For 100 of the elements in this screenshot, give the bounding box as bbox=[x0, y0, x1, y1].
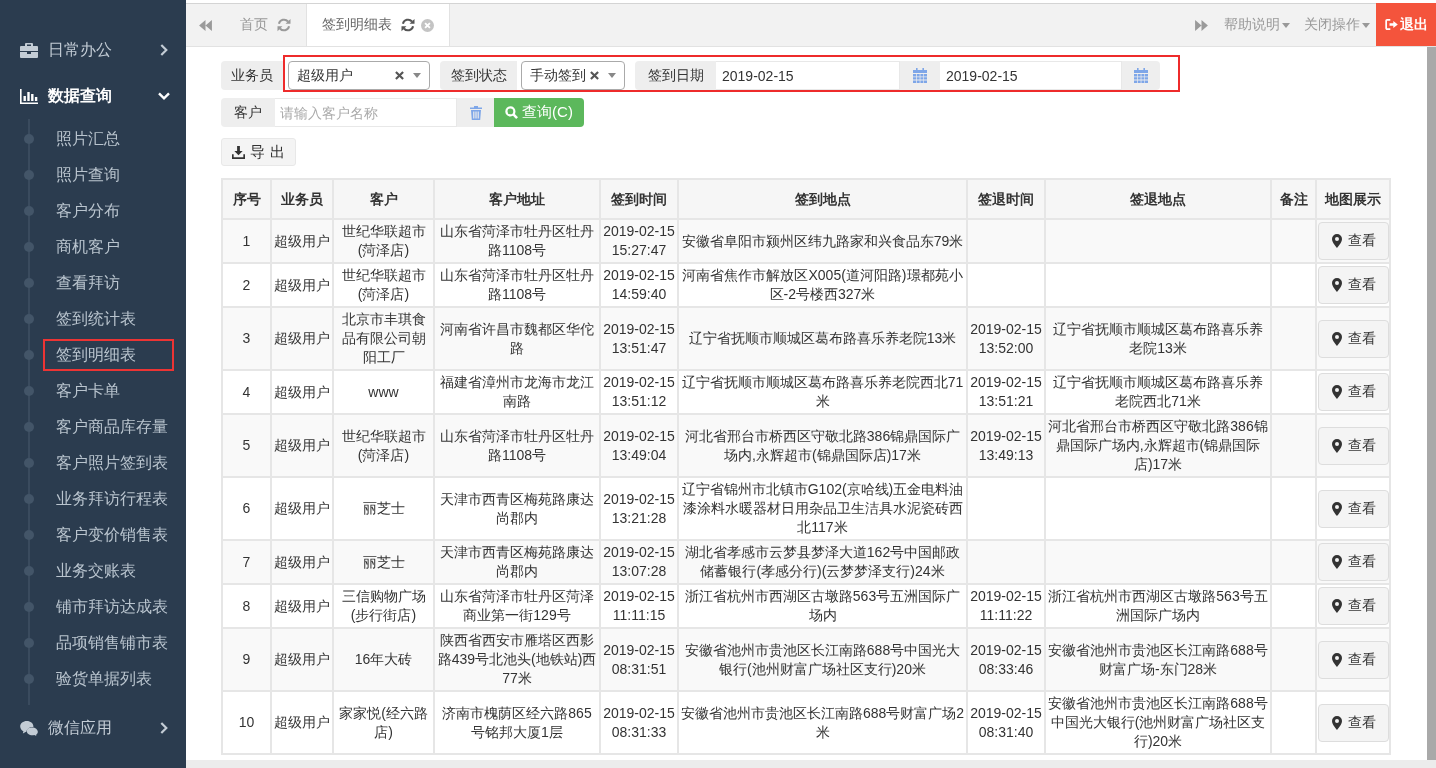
menu-item[interactable]: 铺市拜访达成表 bbox=[43, 591, 174, 623]
menu-item[interactable]: 品项销售铺市表 bbox=[43, 627, 174, 659]
forward-icon bbox=[1194, 19, 1208, 31]
menu-item[interactable]: 客户卡单 bbox=[43, 375, 174, 407]
trash-icon bbox=[469, 105, 482, 120]
menu-item[interactable]: 验货单据列表 bbox=[43, 663, 174, 695]
menu-item[interactable]: 客户照片签到表 bbox=[43, 447, 174, 479]
menu-item[interactable]: 照片查询 bbox=[43, 159, 174, 191]
map-marker-icon bbox=[1331, 715, 1342, 730]
sign-out-icon bbox=[1384, 19, 1398, 30]
export-button[interactable]: 导 出 bbox=[221, 138, 296, 166]
table-cell: 7 bbox=[222, 540, 271, 584]
caret-icon bbox=[1282, 22, 1290, 28]
table-cell: 2019-02-15 13:49:13 bbox=[967, 414, 1045, 477]
table-cell: 安徽省池州市贵池区长江南路688号中国光大银行(池州财富广场社区支行)20米 bbox=[678, 628, 967, 691]
clear-icon[interactable] bbox=[590, 71, 599, 80]
map-marker-icon bbox=[1331, 278, 1342, 292]
table-cell: 北京市丰琪食品有限公司朝阳工厂 bbox=[333, 307, 434, 370]
chevron-right-icon bbox=[160, 44, 168, 56]
table-cell: 2019-02-15 13:51:47 bbox=[600, 307, 678, 370]
close-icon[interactable] bbox=[421, 18, 434, 32]
calendar-icon bbox=[1134, 68, 1148, 83]
map-marker-icon bbox=[1331, 555, 1342, 569]
menu-item[interactable]: 商机客户 bbox=[43, 231, 174, 263]
column-header: 签到时间 bbox=[600, 179, 678, 219]
table-cell: 超级用户 bbox=[271, 691, 333, 754]
menu-item[interactable]: 签到统计表 bbox=[43, 303, 174, 335]
table-cell: 辽宁省抚顺市顺城区葛布路喜乐养老院13米 bbox=[1045, 307, 1271, 370]
table-cell: 1 bbox=[222, 219, 271, 263]
search-icon bbox=[505, 106, 519, 119]
salesman-label: 业务员 bbox=[221, 61, 283, 90]
menu-item[interactable]: 业务交账表 bbox=[43, 555, 174, 587]
menu-item[interactable]: 照片汇总 bbox=[43, 123, 174, 155]
salesman-select[interactable]: 超级用户 bbox=[288, 61, 430, 90]
clear-button[interactable] bbox=[457, 98, 494, 127]
caret-icon bbox=[413, 73, 421, 78]
table-cell: 超级用户 bbox=[271, 219, 333, 263]
table-cell: 9 bbox=[222, 628, 271, 691]
view-button[interactable]: 查看 bbox=[1318, 373, 1389, 411]
menu-item[interactable]: 客户商品库存量 bbox=[43, 411, 174, 443]
table-cell: 山东省菏泽市牡丹区牡丹路1108号 bbox=[434, 414, 600, 477]
table-cell: 辽宁省抚顺市顺城区葛布路喜乐养老院13米 bbox=[678, 307, 967, 370]
status-label: 签到状态 bbox=[440, 61, 517, 90]
menu-item[interactable]: 查看拜访 bbox=[43, 267, 174, 299]
menu-item[interactable]: 业务拜访行程表 bbox=[43, 483, 174, 515]
column-header: 备注 bbox=[1271, 179, 1316, 219]
column-header: 签到地点 bbox=[678, 179, 967, 219]
table-cell: 2019-02-15 15:27:47 bbox=[600, 219, 678, 263]
menu-item[interactable]: 客户变价销售表 bbox=[43, 519, 174, 551]
table-cell: 超级用户 bbox=[271, 307, 333, 370]
table-cell: 2019-02-15 13:49:04 bbox=[600, 414, 678, 477]
map-marker-icon bbox=[1331, 331, 1342, 346]
page-tab[interactable]: 签到明细表 bbox=[307, 4, 450, 46]
briefcase-icon bbox=[20, 42, 38, 58]
map-marker-icon bbox=[1331, 599, 1342, 613]
table-cell: 河北省邢台市桥西区守敬北路386锦鼎国际广场内,永辉超市(锦鼎国际店)17米 bbox=[678, 414, 967, 477]
table-cell: 家家悦(经六路店) bbox=[333, 691, 434, 754]
view-button[interactable]: 查看 bbox=[1318, 222, 1389, 260]
map-marker-icon bbox=[1331, 234, 1342, 248]
view-button[interactable]: 查看 bbox=[1318, 640, 1389, 679]
table-cell: 10 bbox=[222, 691, 271, 754]
view-button[interactable]: 查看 bbox=[1318, 489, 1389, 528]
menu-group[interactable]: 微信应用 bbox=[0, 705, 186, 751]
menu-group[interactable]: 日常办公 bbox=[0, 27, 186, 73]
menu-group[interactable]: 数据查询 bbox=[0, 73, 186, 119]
end-date-field[interactable]: 2019-02-15 bbox=[940, 61, 1122, 90]
table-cell: 2019-02-15 08:31:51 bbox=[600, 628, 678, 691]
table-cell: 湖北省孝感市云梦县梦泽大道162号中国邮政储蓄银行(孝感分行)(云梦梦泽支行)24米 bbox=[678, 540, 967, 584]
refresh-icon[interactable] bbox=[401, 18, 415, 32]
table-cell: 河南省许昌市魏都区华佗路 bbox=[434, 307, 600, 370]
view-button[interactable]: 查看 bbox=[1318, 266, 1389, 304]
clear-icon[interactable] bbox=[395, 71, 404, 80]
table-cell: 河北省邢台市桥西区守敬北路386锦鼎国际广场内,永辉超市(锦鼎国际店)17米 bbox=[1045, 414, 1271, 477]
calendar-button[interactable] bbox=[900, 61, 940, 90]
table-cell: 2019-02-15 13:07:28 bbox=[600, 540, 678, 584]
menu-item[interactable]: 客户分布 bbox=[43, 195, 174, 227]
view-button[interactable]: 查看 bbox=[1318, 426, 1389, 465]
table-cell: 3 bbox=[222, 307, 271, 370]
menu-item[interactable]: 签到明细表 bbox=[43, 339, 174, 371]
calendar-button[interactable] bbox=[1122, 61, 1160, 90]
scrollbar[interactable] bbox=[1427, 47, 1436, 760]
status-select[interactable]: 手动签到 bbox=[521, 61, 625, 90]
table-cell: 超级用户 bbox=[271, 628, 333, 691]
customer-search-field[interactable]: 请输入客户名称 bbox=[275, 98, 457, 127]
table-cell: 安徽省池州市贵池区长江南路688号财富广场-东门28米 bbox=[1045, 628, 1271, 691]
start-date-field[interactable]: 2019-02-15 bbox=[716, 61, 900, 90]
view-button[interactable]: 查看 bbox=[1318, 319, 1389, 358]
map-marker-icon bbox=[1331, 385, 1342, 399]
view-button[interactable]: 查看 bbox=[1318, 587, 1389, 625]
backward-icon bbox=[199, 19, 212, 31]
chevron-down-icon bbox=[158, 92, 170, 100]
column-header: 地图展示 bbox=[1316, 179, 1390, 219]
table-cell: 2019-02-15 08:33:46 bbox=[967, 628, 1045, 691]
logout-button[interactable]: 退出 bbox=[1376, 3, 1436, 46]
table-cell: 安徽省池州市贵池区长江南路688号中国光大银行(池州财富广场社区支行)20米 bbox=[1045, 691, 1271, 754]
view-button[interactable]: 查看 bbox=[1318, 543, 1389, 581]
table-cell: 天津市西青区梅苑路康达尚郡内 bbox=[434, 540, 600, 584]
table-cell: 超级用户 bbox=[271, 540, 333, 584]
view-button[interactable]: 查看 bbox=[1318, 703, 1389, 742]
table-cell: 2019-02-15 08:31:33 bbox=[600, 691, 678, 754]
